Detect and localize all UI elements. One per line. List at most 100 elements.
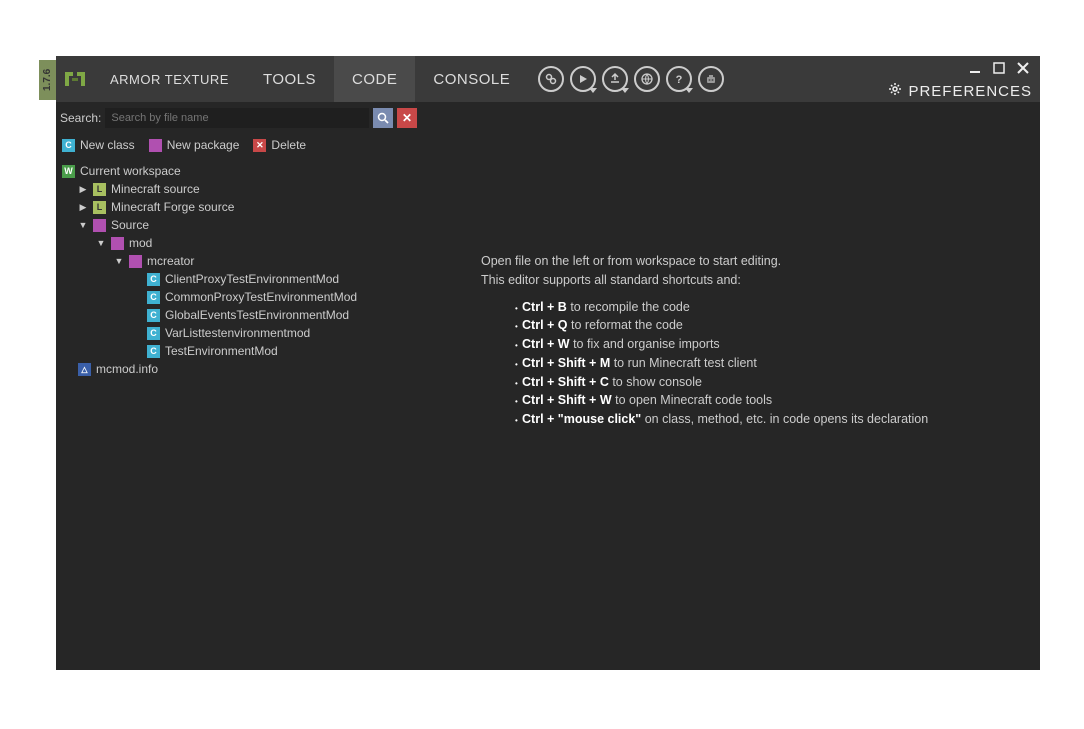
tree-file[interactable]: CCommonProxyTestEnvironmentMod [62,288,417,306]
export-button[interactable] [602,66,628,92]
main-window: 1.7.6 ARMOR TEXTURE TOOLS CODE CONSOLE ? [56,56,1040,670]
help-button[interactable]: ? [666,66,692,92]
chevron-right-icon: ▶ [78,202,88,213]
class-icon: C [62,139,75,152]
shortcut-key: Ctrl + B [522,300,567,314]
build-button[interactable] [538,66,564,92]
search-row: Search: ✕ [60,108,417,128]
tab-console[interactable]: CONSOLE [415,56,528,102]
close-button[interactable] [1014,60,1032,76]
run-button[interactable] [570,66,596,92]
editor-placeholder: Open file on the left or from workspace … [421,102,1040,670]
shortcut-item: Ctrl + "mouse click" on class, method, e… [515,410,1020,429]
globe-button[interactable] [634,66,660,92]
shortcut-key: Ctrl + Q [522,318,568,332]
tree-label: GlobalEventsTestEnvironmentMod [165,308,349,322]
chevron-down-icon: ▼ [114,256,124,266]
tree-file[interactable]: C TestEnvironmentMod [62,342,417,360]
class-icon: C [147,309,160,322]
tab-armor-texture[interactable]: ARMOR TEXTURE [94,56,245,102]
new-class-button[interactable]: C New class [62,138,135,152]
sidebar: Search: ✕ C New class New package ✕ Delete… [56,102,421,670]
editor-hint-1: Open file on the left or from workspace … [481,252,1020,271]
shortcut-item: Ctrl + Shift + M to run Minecraft test c… [515,354,1020,373]
shortcut-key: Ctrl + "mouse click" [522,412,641,426]
package-icon [149,139,162,152]
tree-label: mcmod.info [96,362,158,376]
search-input[interactable] [105,108,369,128]
new-package-button[interactable]: New package [149,138,240,152]
tree-file[interactable]: C ClientProxyTestEnvironmentMod [62,270,417,288]
workspace-icon: W [62,165,75,178]
shortcut-key: Ctrl + W [522,337,570,351]
tree-root[interactable]: W Current workspace [62,162,417,180]
preferences-label: PREFERENCES [908,83,1032,100]
action-row: C New class New package ✕ Delete [60,134,417,162]
lib-icon: L [93,201,106,214]
app-logo-icon [56,56,94,102]
app-root: 1.7.6 ARMOR TEXTURE TOOLS CODE CONSOLE ? [0,0,1084,729]
tree-label: ClientProxyTestEnvironmentMod [165,272,339,286]
shortcut-item: Ctrl + B to recompile the code [515,298,1020,317]
chevron-down-icon: ▼ [96,238,106,248]
shortcut-desc: to show console [609,375,702,389]
tab-tools[interactable]: TOOLS [245,56,334,102]
shortcut-key: Ctrl + Shift + M [522,356,610,370]
delete-icon: ✕ [253,139,266,152]
shortcut-item: Ctrl + Q to reformat the code [515,316,1020,335]
tree-label: Minecraft Forge source [111,200,234,214]
tree-label: mcreator [147,254,194,268]
tree-file[interactable]: C GlobalEventsTestEnvironmentMod [62,306,417,324]
shortcut-desc: to fix and organise imports [570,337,720,351]
tree-label: Minecraft source [111,182,200,196]
tree-node-source[interactable]: ▼Source [62,216,417,234]
minimize-button[interactable] [966,60,984,76]
delete-label: Delete [271,138,306,152]
tree-node-forge-source[interactable]: ▶ L Minecraft Forge source [62,198,417,216]
folder-icon [129,255,142,268]
search-label: Search: [60,111,101,125]
shortcut-desc: to recompile the code [567,300,690,314]
shortcut-desc: on class, method, etc. in code opens its… [641,412,928,426]
robot-button[interactable] [698,66,724,92]
shortcut-item: Ctrl + W to fix and organise imports [515,335,1020,354]
version-badge: 1.7.6 [39,60,56,100]
chevron-right-icon: ▶ [78,184,88,195]
tree-label: VarListtestenvironmentmod [165,326,310,340]
clear-search-button[interactable]: ✕ [397,108,417,128]
preferences-button[interactable]: PREFERENCES [888,82,1032,100]
svg-text:?: ? [676,74,683,86]
info-icon: △ [78,363,91,376]
tree-label: Current workspace [80,164,181,178]
tree-file[interactable]: C VarListtestenvironmentmod [62,324,417,342]
titlebar: ARMOR TEXTURE TOOLS CODE CONSOLE ? PREFE… [56,56,1040,102]
tree-label: TestEnvironmentMod [165,344,278,358]
toolbar-icons: ? [528,56,734,102]
tree-node-mod[interactable]: ▼ mod [62,234,417,252]
class-icon: C [147,345,160,358]
new-class-label: New class [80,138,135,152]
tree-file-mcmod[interactable]: △ mcmod.info [62,360,417,378]
maximize-button[interactable] [990,60,1008,76]
class-icon: C [147,327,160,340]
tree-node-mcreator[interactable]: ▼ mcreator [62,252,417,270]
chevron-down-icon: ▼ [78,220,88,230]
editor-hint-2: This editor supports all standard shortc… [481,271,1020,290]
shortcut-desc: to run Minecraft test client [610,356,757,370]
shortcut-desc: to open Minecraft code tools [612,393,773,407]
search-button[interactable] [373,108,393,128]
tree-node-minecraft-source[interactable]: ▶LMinecraft source [62,180,417,198]
new-package-label: New package [167,138,240,152]
tab-code[interactable]: CODE [334,56,415,102]
tree-label: mod [129,236,152,250]
class-icon: C [147,273,160,286]
folder-icon [93,219,106,232]
shortcut-key: Ctrl + Shift + W [522,393,612,407]
window-controls [966,60,1032,76]
delete-button[interactable]: ✕ Delete [253,138,306,152]
folder-icon [111,237,124,250]
gear-icon [888,82,902,100]
file-tree: WCurrent workspace ▶LMinecraft source ▶L… [60,162,417,378]
class-icon: C [147,291,160,304]
shortcut-item: Ctrl + Shift + C to show console [515,373,1020,392]
